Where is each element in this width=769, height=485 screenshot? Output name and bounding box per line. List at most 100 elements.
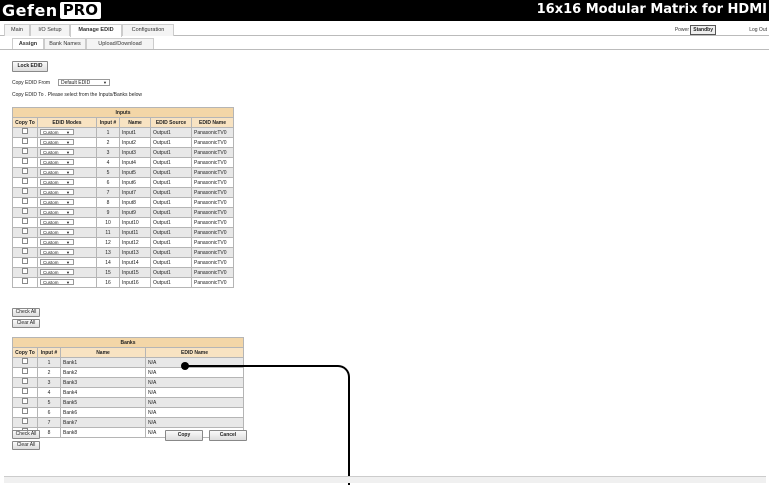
banks-clear-all-button[interactable]: Clear All	[12, 441, 40, 450]
edid-source-cell: Output1	[150, 267, 192, 278]
copy-to-checkbox[interactable]	[22, 238, 28, 244]
horizontal-scrollbar[interactable]	[4, 476, 766, 483]
edid-mode-select[interactable]: Custom ▼	[40, 148, 74, 155]
edid-mode-value: Custom	[43, 269, 59, 275]
edid-mode-cell: Custom ▼	[37, 277, 97, 288]
chevron-down-icon: ▼	[66, 159, 70, 165]
edid-mode-select[interactable]: Custom ▼	[40, 208, 74, 215]
copy-to-checkbox[interactable]	[22, 258, 28, 264]
copy-to-cell	[12, 137, 38, 148]
column-header: EDID Source	[150, 117, 192, 128]
column-header: EDID Name	[145, 347, 244, 358]
edid-source-cell: Output1	[150, 257, 192, 268]
input-number-cell: 6	[96, 177, 120, 188]
edid-mode-select[interactable]: Custom ▼	[40, 238, 74, 245]
column-header: Input #	[37, 347, 61, 358]
edid-mode-value: Custom	[43, 189, 59, 195]
edid-name-cell: PanasonicTV0	[191, 267, 234, 278]
main-nav: Main I/O Setup Manage EDID Configuration…	[0, 22, 769, 37]
edid-name-cell: PanasonicTV0	[191, 137, 234, 148]
chevron-down-icon: ▼	[66, 249, 70, 255]
edid-mode-select[interactable]: Custom ▼	[40, 198, 74, 205]
edid-source-cell: Output1	[150, 197, 192, 208]
input-number-cell: 7	[96, 187, 120, 198]
copy-to-checkbox[interactable]	[22, 188, 28, 194]
chevron-down-icon: ▼	[66, 219, 70, 225]
copy-to-cell	[12, 207, 38, 218]
table-row: Custom ▼ 13 Input13 Output1 PanasonicTV0	[12, 247, 234, 258]
input-name-cell: Input13	[119, 247, 151, 258]
input-number-cell: 10	[96, 217, 120, 228]
edid-mode-select[interactable]: Custom ▼	[40, 128, 74, 135]
lock-edid-button[interactable]: Lock EDID	[12, 61, 48, 72]
subtab-upload-download[interactable]: Upload/Download	[86, 38, 154, 49]
copy-to-checkbox[interactable]	[22, 138, 28, 144]
edid-mode-select[interactable]: Custom ▼	[40, 138, 74, 145]
edid-mode-cell: Custom ▼	[37, 217, 97, 228]
inputs-clear-all-button[interactable]: Clear All	[12, 319, 40, 328]
copy-to-checkbox[interactable]	[22, 388, 28, 394]
copy-to-checkbox[interactable]	[22, 168, 28, 174]
edid-mode-select[interactable]: Custom ▼	[40, 278, 74, 285]
copy-to-checkbox[interactable]	[22, 378, 28, 384]
edid-mode-select[interactable]: Custom ▼	[40, 268, 74, 275]
copy-to-cell	[12, 177, 38, 188]
input-number-cell: 12	[96, 237, 120, 248]
callout-dot	[181, 362, 189, 370]
tab-manage-edid[interactable]: Manage EDID	[70, 24, 122, 37]
copy-to-checkbox[interactable]	[22, 358, 28, 364]
copy-to-checkbox[interactable]	[22, 158, 28, 164]
input-number-cell: 13	[96, 247, 120, 258]
copy-to-cell	[12, 237, 38, 248]
tab-configuration[interactable]: Configuration	[122, 24, 174, 36]
edid-mode-select[interactable]: Custom ▼	[40, 188, 74, 195]
copy-to-checkbox[interactable]	[22, 278, 28, 284]
copy-to-checkbox[interactable]	[22, 178, 28, 184]
edid-mode-select[interactable]: Custom ▼	[40, 218, 74, 225]
copy-to-checkbox[interactable]	[22, 408, 28, 414]
copy-to-cell	[12, 257, 38, 268]
edid-mode-select[interactable]: Custom ▼	[40, 228, 74, 235]
copy-to-checkbox[interactable]	[22, 398, 28, 404]
copy-to-checkbox[interactable]	[22, 418, 28, 424]
copy-to-checkbox[interactable]	[22, 368, 28, 374]
banks-check-all-button[interactable]: Check All	[12, 430, 40, 439]
chevron-down-icon: ▼	[66, 239, 70, 245]
copy-from-select[interactable]: Default EDID ▼	[58, 79, 110, 86]
edid-mode-select[interactable]: Custom ▼	[40, 248, 74, 255]
subtab-bank-names[interactable]: Bank Names	[44, 38, 86, 49]
edid-mode-value: Custom	[43, 169, 59, 175]
copy-to-checkbox[interactable]	[22, 228, 28, 234]
table-row: Custom ▼ 4 Input4 Output1 PanasonicTV0	[12, 157, 234, 168]
copy-to-checkbox[interactable]	[22, 218, 28, 224]
subtab-assign[interactable]: Assign	[12, 38, 44, 49]
copy-to-checkbox[interactable]	[22, 198, 28, 204]
column-header: EDID Name	[191, 117, 234, 128]
tab-io-setup[interactable]: I/O Setup	[30, 24, 70, 36]
logout-link[interactable]: Log Out	[749, 27, 767, 33]
copy-to-checkbox[interactable]	[22, 248, 28, 254]
tab-main[interactable]: Main	[4, 24, 30, 36]
edid-mode-value: Custom	[43, 199, 59, 205]
edid-mode-select[interactable]: Custom ▼	[40, 168, 74, 175]
copy-to-checkbox[interactable]	[22, 148, 28, 154]
edid-name-cell: PanasonicTV0	[191, 197, 234, 208]
copy-to-cell	[12, 217, 38, 228]
edid-mode-select[interactable]: Custom ▼	[40, 178, 74, 185]
edid-mode-select[interactable]: Custom ▼	[40, 258, 74, 265]
standby-button[interactable]: Standby	[690, 25, 716, 35]
copy-to-cell	[12, 227, 38, 238]
input-name-cell: Input9	[119, 207, 151, 218]
edid-mode-select[interactable]: Custom ▼	[40, 158, 74, 165]
copy-to-checkbox[interactable]	[22, 208, 28, 214]
top-header-bar: Gefen PRO 16x16 Modular Matrix for HDMI	[0, 0, 769, 21]
column-header: Name	[119, 117, 151, 128]
column-header: Name	[60, 347, 146, 358]
inputs-check-all-button[interactable]: Check All	[12, 308, 40, 317]
edid-mode-cell: Custom ▼	[37, 197, 97, 208]
copy-to-checkbox[interactable]	[22, 268, 28, 274]
input-name-cell: Input14	[119, 257, 151, 268]
table-row: Custom ▼ 11 Input11 Output1 PanasonicTV0	[12, 227, 234, 238]
edid-mode-cell: Custom ▼	[37, 187, 97, 198]
copy-to-checkbox[interactable]	[22, 128, 28, 134]
